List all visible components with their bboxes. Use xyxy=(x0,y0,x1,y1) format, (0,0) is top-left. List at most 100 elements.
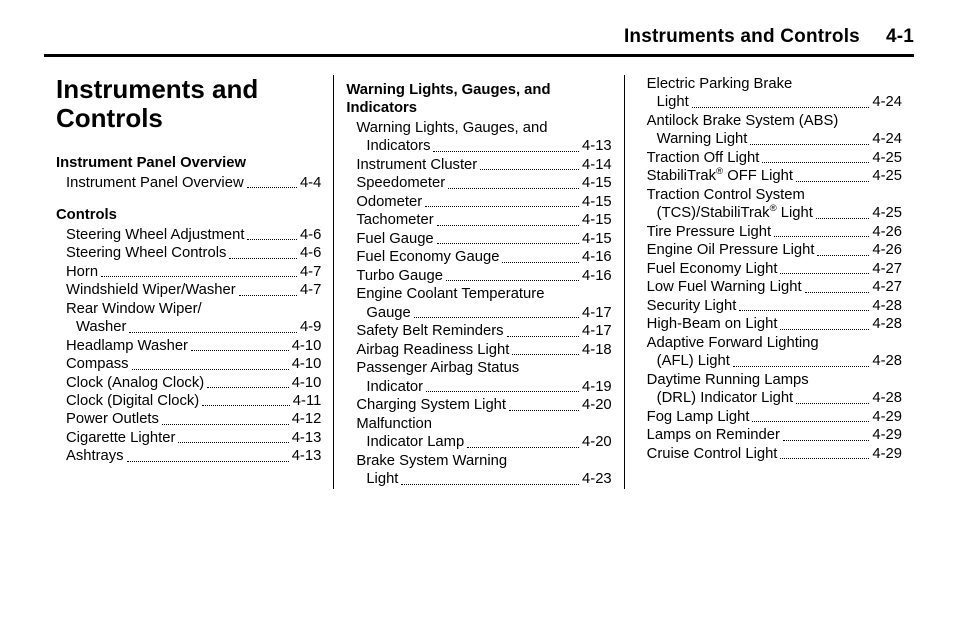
toc-entry-page: 4-4 xyxy=(300,174,321,192)
toc-entry: StabiliTrak® OFF Light4-25 xyxy=(637,167,902,185)
toc-entry-label: Lamps on Reminder xyxy=(637,426,780,444)
toc-entry: Fuel Economy Gauge 4-16 xyxy=(346,248,611,266)
toc-entry-label: Speedometer xyxy=(346,174,445,192)
toc-entry-page: 4-23 xyxy=(582,470,612,488)
toc-entry-page: 4-9 xyxy=(300,318,321,336)
toc-entry: Fog Lamp Light4-29 xyxy=(637,408,902,426)
toc-entry-page: 4-17 xyxy=(582,304,612,322)
toc-entry: Power Outlets4-12 xyxy=(56,410,321,428)
toc-entry-label: Rear Window Wiper/ xyxy=(56,300,321,318)
toc-entry: Tire Pressure Light4-26 xyxy=(637,223,902,241)
toc-gap xyxy=(56,192,321,200)
toc-entry-page: 4-17 xyxy=(582,322,612,340)
page-root: Instruments and Controls 4-1 Instruments… xyxy=(0,0,954,638)
toc-entry-page: 4-13 xyxy=(292,429,322,447)
toc-entry-page: 4-6 xyxy=(300,226,321,244)
toc-leader-dots xyxy=(796,169,869,182)
toc-entry-page: 4-28 xyxy=(872,297,902,315)
toc-entry: Windshield Wiper/Washer4-7 xyxy=(56,281,321,299)
toc-entry-label: Instrument Panel Overview xyxy=(56,174,244,192)
toc-entry-label: Fog Lamp Light xyxy=(637,408,750,426)
toc-entry-page: 4-15 xyxy=(582,193,612,211)
toc-entry-label: Cruise Control Light xyxy=(637,445,778,463)
toc-entry-label: Gauge xyxy=(346,304,410,322)
toc-entry-label: Charging System Light xyxy=(346,396,506,414)
toc-entry-label: Instrument Cluster xyxy=(346,156,477,174)
toc-leader-dots xyxy=(509,398,579,411)
toc-entry: Charging System Light 4-20 xyxy=(346,396,611,414)
toc-entry-label: Clock (Analog Clock) xyxy=(56,374,204,392)
page-header: Instruments and Controls 4-1 xyxy=(44,26,914,57)
toc-entry-label: Engine Oil Pressure Light xyxy=(637,241,815,259)
toc-entry-page: 4-26 xyxy=(872,241,902,259)
toc-entry: Engine Oil Pressure Light 4-26 xyxy=(637,241,902,259)
toc-leader-dots xyxy=(752,409,869,422)
toc-entry-page: 4-28 xyxy=(872,315,902,333)
toc-leader-dots xyxy=(805,280,870,293)
toc-entry-label: (DRL) Indicator Light xyxy=(637,389,794,407)
toc-entry-page: 4-7 xyxy=(300,281,321,299)
toc-entry: Tachometer4-15 xyxy=(346,211,611,229)
toc-entry-label: Daytime Running Lamps xyxy=(637,371,902,389)
toc-entry: Steering Wheel Controls4-6 xyxy=(56,244,321,262)
toc-entry-page: 4-7 xyxy=(300,263,321,281)
toc-entry-label: Warning Light xyxy=(637,130,748,148)
toc-entry-label: Washer xyxy=(56,318,126,336)
header-chapter-title: Instruments and Controls xyxy=(624,26,860,48)
toc-leader-dots xyxy=(425,195,579,208)
toc-column-1: Instruments and Controls Instrument Pane… xyxy=(44,75,333,489)
toc-leader-dots xyxy=(129,320,297,333)
toc-entry: Gauge 4-17 xyxy=(346,304,611,322)
toc-leader-dots xyxy=(401,472,579,485)
toc-entry: Warning Light4-24 xyxy=(637,130,902,148)
toc-leader-dots xyxy=(816,206,870,219)
toc-entry: Clock (Analog Clock)4-10 xyxy=(56,374,321,392)
toc-leader-dots xyxy=(127,449,289,462)
toc-entry-label: Engine Coolant Temperature xyxy=(346,285,611,303)
toc-leader-dots xyxy=(229,246,297,259)
toc-entry-label: Antilock Brake System (ABS) xyxy=(637,112,902,130)
toc-entry-label: Odometer xyxy=(346,193,422,211)
toc-entry: (DRL) Indicator Light4-28 xyxy=(637,389,902,407)
toc-leader-dots xyxy=(692,95,870,108)
toc-entry-label: Warning Lights, Gauges, and xyxy=(346,119,611,137)
toc-leader-dots xyxy=(426,379,579,392)
toc-entry: Traction Off Light4-25 xyxy=(637,149,902,167)
toc-entry-label: Indicator xyxy=(346,378,423,396)
toc-entry: Light 4-23 xyxy=(346,470,611,488)
toc-entry-label: Horn xyxy=(56,263,98,281)
toc-entry-label: Malfunction xyxy=(346,415,611,433)
toc-leader-dots xyxy=(780,262,869,275)
toc-entry-page: 4-25 xyxy=(872,167,902,185)
toc-entry-label: Steering Wheel Adjustment xyxy=(56,226,244,244)
toc-leader-dots xyxy=(780,446,869,459)
toc-entry-label: Fuel Economy Gauge xyxy=(346,248,499,266)
toc-entry-label: (AFL) Light xyxy=(637,352,730,370)
toc-entry: High-Beam on Light4-28 xyxy=(637,315,902,333)
toc-entry-label: Light xyxy=(346,470,398,488)
toc-entry-page: 4-15 xyxy=(582,211,612,229)
header-page-number: 4-1 xyxy=(886,26,914,48)
toc-entry-page: 4-15 xyxy=(582,230,612,248)
toc-column-3: Electric Parking BrakeLight4-24Antilock … xyxy=(624,75,914,489)
toc-leader-dots xyxy=(762,151,869,164)
toc-entry-page: 4-20 xyxy=(582,396,612,414)
toc-leader-dots xyxy=(247,227,296,240)
toc-entry: Turbo Gauge4-16 xyxy=(346,267,611,285)
toc-entry-page: 4-27 xyxy=(872,278,902,296)
toc-entry-page: 4-25 xyxy=(872,149,902,167)
toc-entry: (AFL) Light4-28 xyxy=(637,352,902,370)
toc-entry-page: 4-13 xyxy=(582,137,612,155)
toc-entry: Fuel Gauge4-15 xyxy=(346,230,611,248)
toc-entry: Washer 4-9 xyxy=(56,318,321,336)
toc-leader-dots xyxy=(162,412,289,425)
toc-entry-page: 4-29 xyxy=(872,426,902,444)
toc-entry-page: 4-16 xyxy=(582,248,612,266)
toc-leader-dots xyxy=(817,243,869,256)
toc-entry: Instrument Cluster4-14 xyxy=(346,156,611,174)
toc-column-2: Warning Lights, Gauges, and IndicatorsWa… xyxy=(333,75,623,489)
toc-entry: Headlamp Washer4-10 xyxy=(56,337,321,355)
toc-entry: Odometer 4-15 xyxy=(346,193,611,211)
toc-section-head: Warning Lights, Gauges, and Indicators xyxy=(346,81,611,118)
toc-entry-label: Light xyxy=(637,93,689,111)
